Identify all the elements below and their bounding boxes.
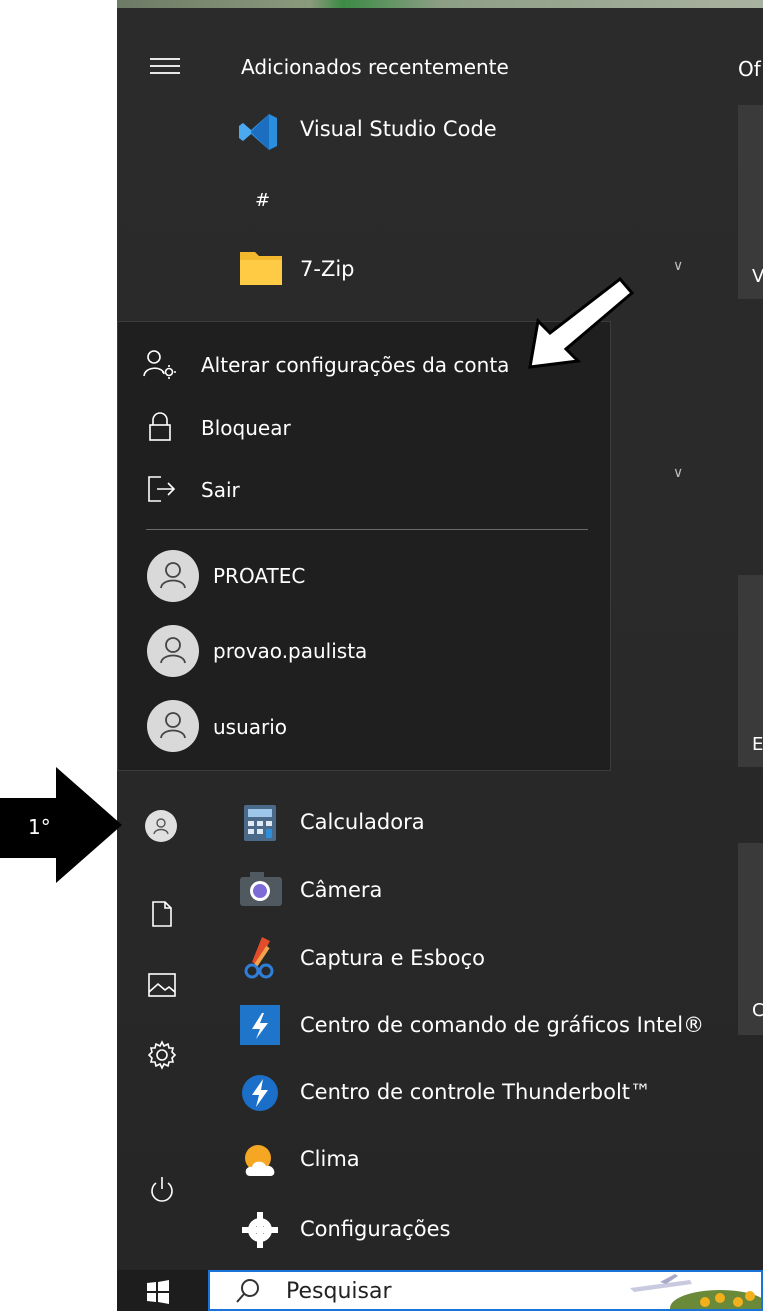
sign-out-label: Sair bbox=[201, 478, 240, 502]
app-label-intel: Centro de comando de gráficos Intel® bbox=[300, 1013, 705, 1037]
lock-label: Bloquear bbox=[201, 416, 291, 440]
windows-start-icon[interactable] bbox=[146, 1280, 170, 1304]
snip-sketch-icon bbox=[244, 937, 274, 979]
pictures-icon[interactable] bbox=[147, 972, 177, 998]
settings-gear-icon bbox=[242, 1212, 278, 1248]
user-account-button[interactable] bbox=[145, 810, 177, 842]
intel-graphics-icon bbox=[240, 1005, 280, 1045]
tile-letter-3: C bbox=[752, 1000, 763, 1021]
step-arrow-icon bbox=[56, 767, 122, 883]
desktop-strip bbox=[117, 0, 763, 8]
avatar bbox=[147, 700, 199, 752]
user-name: PROATEC bbox=[213, 564, 306, 588]
weather-icon bbox=[245, 1145, 275, 1176]
hamburger-menu-icon[interactable] bbox=[150, 58, 182, 78]
app-label-vscode: Visual Studio Code bbox=[300, 117, 497, 141]
tile-letter-2: E bbox=[752, 734, 763, 755]
account-flyout: Alterar configurações da conta Bloquear … bbox=[117, 321, 611, 771]
app-label-calculadora: Calculadora bbox=[300, 810, 425, 834]
avatar bbox=[147, 625, 199, 677]
user-icon bbox=[160, 562, 186, 589]
flyout-divider bbox=[146, 529, 588, 530]
user-name: usuario bbox=[213, 715, 288, 739]
user-name: provao.paulista bbox=[213, 639, 368, 663]
app-label-configuracoes: Configurações bbox=[300, 1217, 451, 1241]
calculator-icon bbox=[244, 805, 276, 841]
taskbar-search-box[interactable]: Pesquisar bbox=[208, 1270, 763, 1311]
chevron-down-icon[interactable]: ∨ bbox=[673, 465, 683, 481]
app-label-7zip: 7-Zip bbox=[300, 257, 355, 281]
app-label-camera: Câmera bbox=[300, 878, 383, 902]
app-label-captura: Captura e Esboço bbox=[300, 946, 485, 970]
folder-icon bbox=[240, 252, 282, 285]
tiles-group-header: Of bbox=[738, 57, 761, 81]
annotation-arrow-icon bbox=[528, 276, 635, 369]
user-icon bbox=[160, 712, 186, 739]
documents-icon[interactable] bbox=[150, 900, 174, 928]
user-icon bbox=[153, 818, 169, 835]
settings-gear-icon[interactable] bbox=[147, 1040, 177, 1070]
search-icon bbox=[236, 1279, 259, 1303]
vscode-icon bbox=[239, 114, 277, 150]
chevron-down-icon[interactable]: ∨ bbox=[673, 258, 683, 274]
account-settings-icon bbox=[143, 350, 176, 379]
lock-icon bbox=[149, 412, 171, 441]
app-label-thunderbolt: Centro de controle Thunderbolt™ bbox=[300, 1080, 652, 1104]
group-header-hash[interactable]: # bbox=[255, 190, 270, 211]
user-icon bbox=[160, 637, 186, 664]
camera-icon bbox=[240, 872, 282, 906]
sign-out-icon bbox=[148, 476, 176, 502]
search-placeholder: Pesquisar bbox=[286, 1279, 392, 1304]
power-icon[interactable] bbox=[148, 1175, 176, 1205]
recent-header: Adicionados recentemente bbox=[241, 55, 509, 79]
thunderbolt-icon bbox=[242, 1075, 278, 1111]
account-settings-label: Alterar configurações da conta bbox=[201, 353, 510, 377]
app-label-clima: Clima bbox=[300, 1147, 360, 1171]
tile-letter-1: V bbox=[752, 266, 763, 287]
step-label: 1° bbox=[28, 815, 51, 839]
search-highlight-illustration-icon bbox=[630, 1274, 761, 1309]
avatar bbox=[147, 550, 199, 602]
